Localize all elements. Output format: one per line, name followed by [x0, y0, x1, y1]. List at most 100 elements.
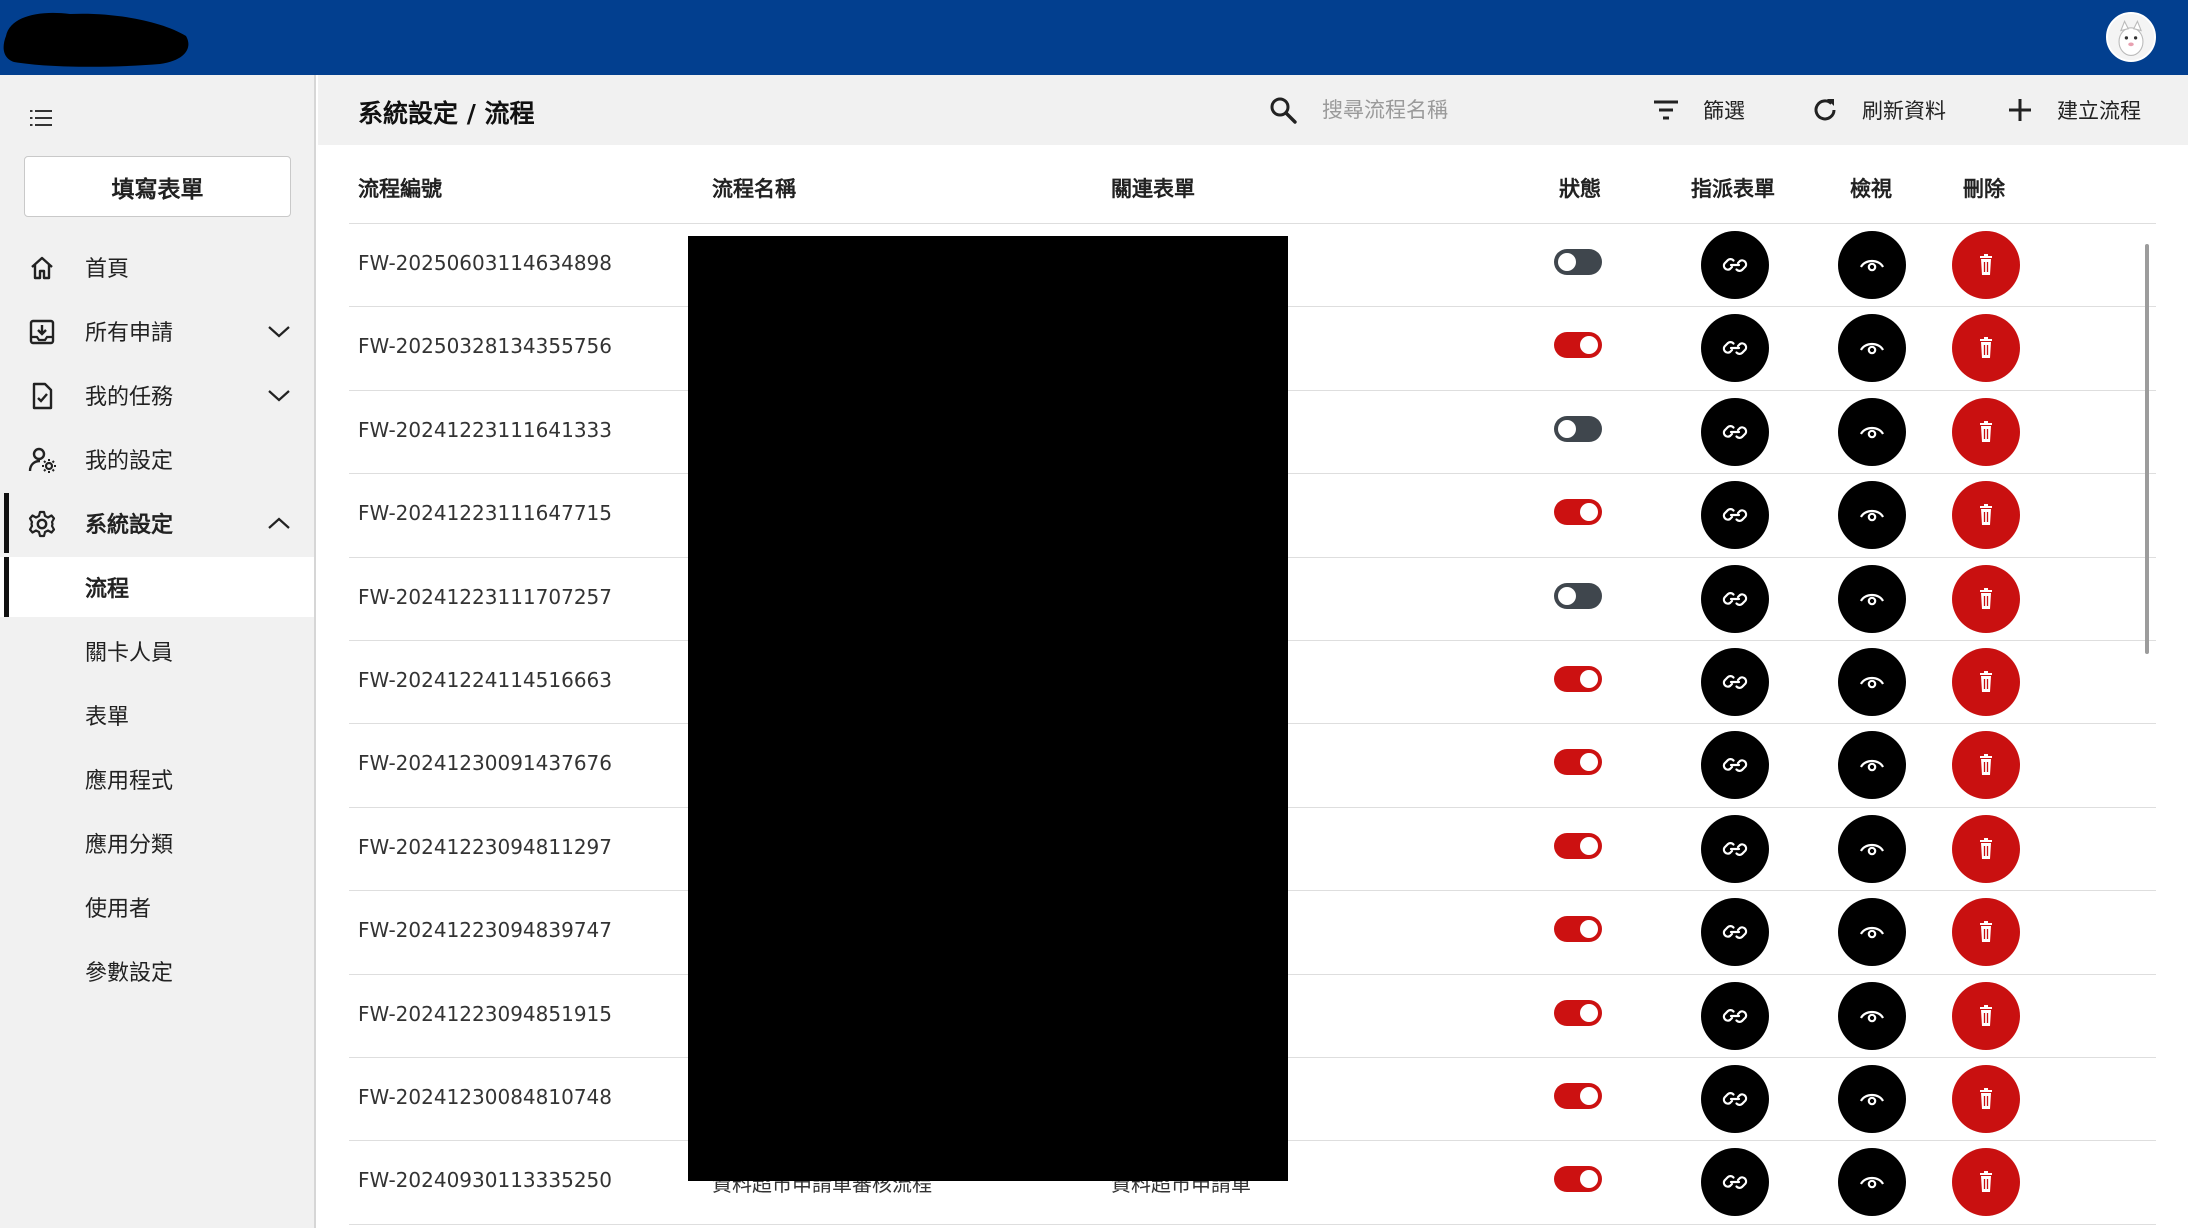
chevron-down-icon[interactable]: [266, 320, 292, 342]
trash-icon: [1980, 1087, 1992, 1109]
subitem-label-forms: 表單: [85, 705, 130, 730]
sidebar-subitem-workflow[interactable]: 流程: [0, 557, 314, 617]
status-toggle[interactable]: [1554, 1166, 1602, 1193]
assign-form-button[interactable]: [1701, 981, 1769, 1050]
filter-button[interactable]: 篩選: [1651, 90, 1745, 130]
status-toggle[interactable]: [1554, 582, 1602, 609]
delete-button[interactable]: [1952, 898, 2020, 967]
chevron-down-icon[interactable]: [266, 384, 292, 406]
sidebar-subitem-forms[interactable]: 表單: [0, 685, 314, 745]
redacted-region: [688, 236, 1288, 1181]
table-header: 流程編號 流程名稱 關連表單 狀態 指派表單 檢視 刪除: [349, 155, 2156, 224]
status-toggle[interactable]: [1554, 749, 1602, 776]
status-toggle[interactable]: [1554, 665, 1602, 692]
assign-form-button[interactable]: [1701, 481, 1769, 550]
column-header-name: 流程名稱: [712, 177, 796, 201]
view-button[interactable]: [1838, 564, 1906, 633]
assign-form-button[interactable]: [1701, 231, 1769, 299]
status-toggle[interactable]: [1554, 1082, 1602, 1109]
subitem-label-applications: 應用程式: [85, 769, 174, 794]
search-icon[interactable]: [1268, 95, 1298, 125]
view-button[interactable]: [1838, 314, 1906, 383]
sidebar-subitem-parameters[interactable]: 參數設定: [0, 941, 314, 1001]
view-button[interactable]: [1838, 814, 1906, 883]
nav-item-home[interactable]: 首頁: [0, 237, 314, 297]
nav-label-system-settings: 系統設定: [85, 513, 174, 538]
assign-form-button[interactable]: [1701, 647, 1769, 716]
status-toggle[interactable]: [1554, 916, 1602, 943]
status-toggle[interactable]: [1554, 499, 1602, 526]
workflow-code: FW-20241223111647715: [358, 501, 613, 526]
hamburger-menu-icon[interactable]: [26, 105, 56, 131]
delete-button[interactable]: [1952, 981, 2020, 1050]
delete-button[interactable]: [1952, 814, 2020, 883]
nav-item-my-settings[interactable]: 我的設定: [0, 429, 314, 489]
assign-form-button[interactable]: [1701, 731, 1769, 800]
delete-button[interactable]: [1952, 564, 2020, 633]
top-app-bar: [0, 0, 2188, 75]
sidebar-subitem-stage-staff[interactable]: 關卡人員: [0, 621, 314, 681]
view-button[interactable]: [1838, 647, 1906, 716]
status-toggle[interactable]: [1554, 832, 1602, 859]
sidebar-subitem-applications[interactable]: 應用程式: [0, 749, 314, 809]
link-icon: [1722, 508, 1748, 523]
delete-button[interactable]: [1952, 397, 2020, 466]
scrollbar-thumb[interactable]: [2145, 244, 2149, 654]
column-header-view: 檢視: [1850, 177, 1892, 201]
assign-form-button[interactable]: [1701, 1064, 1769, 1133]
view-button[interactable]: [1838, 981, 1906, 1050]
assign-form-button[interactable]: [1701, 314, 1769, 383]
search-input[interactable]: [1322, 92, 1582, 128]
delete-button[interactable]: [1952, 647, 2020, 716]
workflow-code: FW-20241223111707257: [358, 584, 613, 609]
delete-button[interactable]: [1952, 731, 2020, 800]
toggle-knob: [1580, 920, 1598, 939]
status-toggle[interactable]: [1554, 415, 1602, 442]
status-toggle[interactable]: [1554, 332, 1602, 359]
gear-icon: [28, 510, 56, 538]
create-workflow-button[interactable]: 建立流程: [2005, 90, 2141, 130]
column-header-code: 流程編號: [358, 177, 442, 201]
sidebar-subitem-app-categories[interactable]: 應用分類: [0, 813, 314, 873]
sidebar-subitem-users[interactable]: 使用者: [0, 877, 314, 937]
view-button[interactable]: [1838, 397, 1906, 466]
view-button[interactable]: [1838, 898, 1906, 967]
delete-button[interactable]: [1952, 1064, 2020, 1133]
toggle-knob: [1558, 419, 1576, 438]
subitem-label-parameters: 參數設定: [85, 961, 174, 986]
toggle-knob: [1580, 1086, 1598, 1105]
view-button[interactable]: [1838, 1148, 1906, 1217]
filter-label: 篩選: [1703, 99, 1745, 123]
assign-form-button[interactable]: [1701, 898, 1769, 967]
assign-form-button[interactable]: [1701, 397, 1769, 466]
status-toggle[interactable]: [1554, 999, 1602, 1026]
plus-icon: [2009, 99, 2031, 121]
table-scrollbar[interactable]: [2140, 242, 2154, 1228]
view-button[interactable]: [1838, 231, 1906, 299]
user-avatar[interactable]: [2106, 12, 2156, 62]
subitem-label-workflow: 流程: [85, 577, 130, 602]
assign-form-button[interactable]: [1701, 564, 1769, 633]
delete-button[interactable]: [1952, 1148, 2020, 1217]
nav-item-all-applications[interactable]: 所有申請: [0, 301, 314, 361]
filter-icon: [1654, 100, 1678, 120]
chevron-up-icon[interactable]: [266, 512, 292, 534]
delete-button[interactable]: [1952, 481, 2020, 550]
delete-button[interactable]: [1952, 231, 2020, 299]
fill-form-button[interactable]: 填寫表單: [24, 156, 291, 217]
assign-form-button[interactable]: [1701, 814, 1769, 883]
nav-label-my-settings: 我的設定: [85, 449, 174, 474]
refresh-button[interactable]: 刷新資料: [1810, 90, 1946, 130]
view-button[interactable]: [1838, 731, 1906, 800]
view-button[interactable]: [1838, 1064, 1906, 1133]
refresh-icon: [1814, 99, 1836, 121]
status-toggle[interactable]: [1554, 249, 1602, 275]
link-icon: [1722, 675, 1748, 689]
trash-icon: [1980, 420, 1992, 442]
assign-form-button[interactable]: [1701, 1148, 1769, 1217]
delete-button[interactable]: [1952, 314, 2020, 383]
nav-item-system-settings[interactable]: 系統設定: [0, 493, 314, 553]
nav-item-my-tasks[interactable]: 我的任務: [0, 365, 314, 425]
view-button[interactable]: [1838, 481, 1906, 550]
toggle-knob: [1580, 1170, 1598, 1189]
